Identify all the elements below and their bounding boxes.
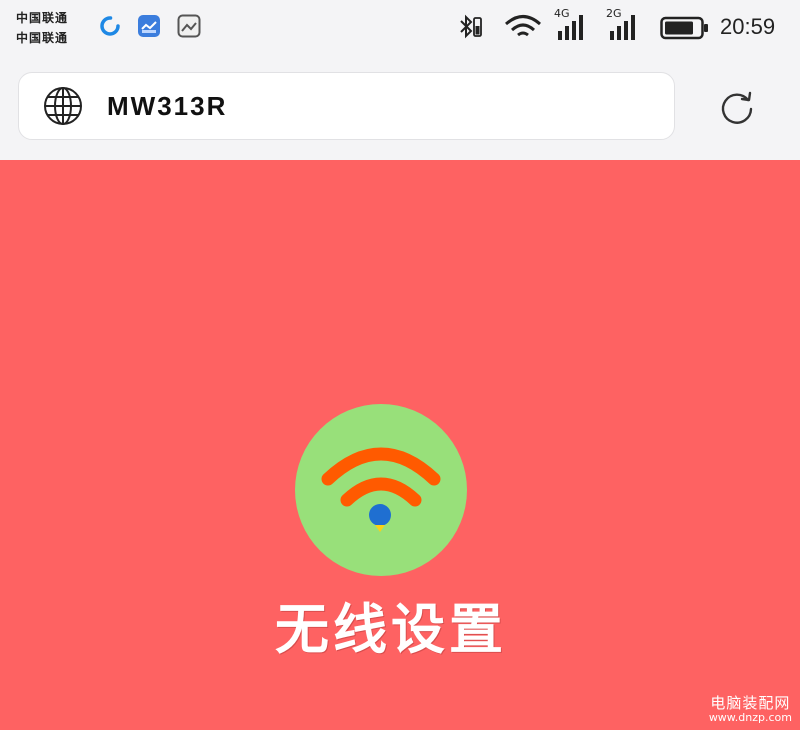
address-text: MW313R xyxy=(107,91,228,121)
carrier-label-1: 中国联通 xyxy=(16,11,69,25)
watermark: 电脑装配网 www.dnzp.com xyxy=(709,695,792,724)
watermark-title: 电脑装配网 xyxy=(710,694,791,713)
carrier-label-2: 中国联通 xyxy=(16,31,69,45)
globe-icon xyxy=(44,87,82,125)
reload-icon[interactable] xyxy=(715,85,759,129)
address-bar[interactable]: MW313R xyxy=(18,72,675,140)
image-app-icon xyxy=(177,14,201,38)
page-content: 无线设置 电脑装配网 www.dnzp.com xyxy=(0,160,800,730)
bluetooth-icon xyxy=(460,14,482,39)
signal-strength-4g-icon xyxy=(558,15,583,40)
battery-icon xyxy=(660,16,708,40)
carrier-labels: 中国联通 中国联通 xyxy=(16,8,68,48)
signal-strength-2g-icon xyxy=(610,15,635,40)
status-time: 20:59 xyxy=(720,14,776,39)
wifi-status-icon xyxy=(505,15,541,39)
loading-circle-icon xyxy=(100,16,120,36)
wifi-logo-icon[interactable] xyxy=(295,404,467,576)
watermark-url: www.dnzp.com xyxy=(708,710,792,724)
wireless-settings-title: 无线设置 xyxy=(275,597,507,661)
browser-toolbar: MW313R xyxy=(0,58,800,160)
status-bar: 中国联通 中国联通 4G 2G 20:59 xyxy=(0,0,800,58)
gallery-app-icon xyxy=(138,15,160,37)
